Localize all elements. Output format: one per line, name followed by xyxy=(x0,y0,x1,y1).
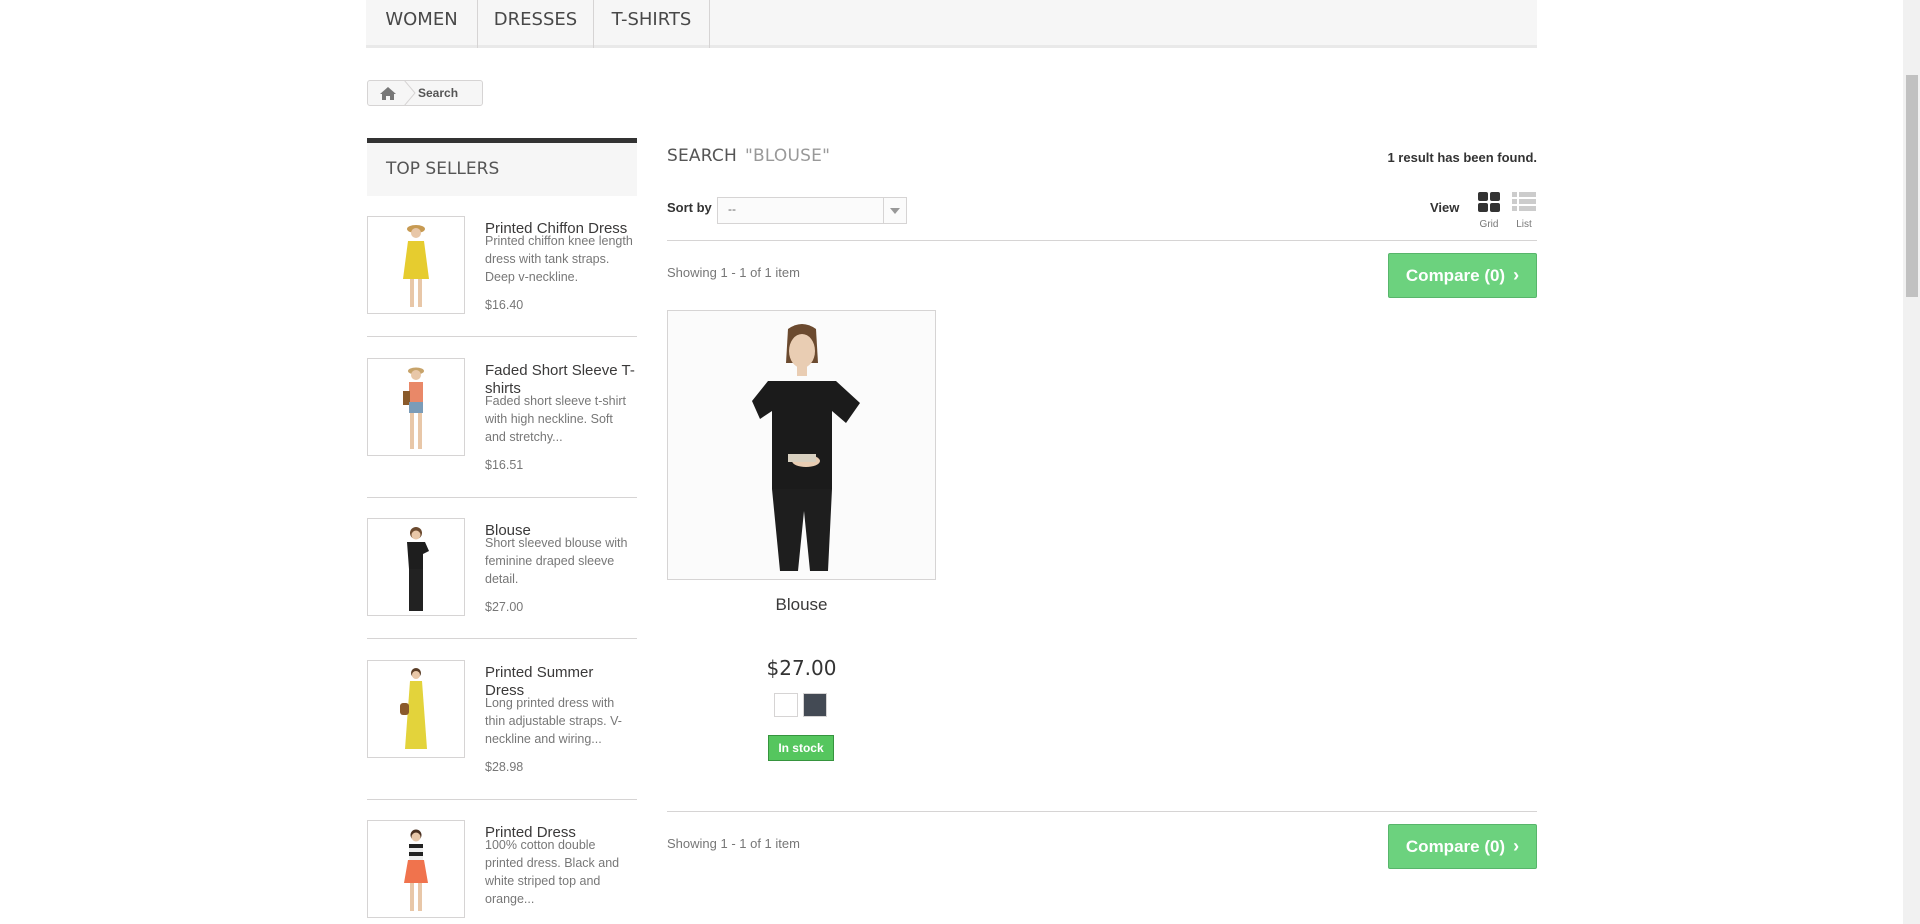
divider xyxy=(667,240,1537,241)
menu-item-dresses[interactable]: DRESSES xyxy=(478,0,594,48)
product-thumbnail[interactable] xyxy=(367,216,465,314)
home-link[interactable] xyxy=(368,81,407,105)
view-label: View xyxy=(1430,200,1460,215)
view-list-label: List xyxy=(1516,219,1532,230)
compare-label: Compare (0) xyxy=(1405,265,1506,285)
showing-count-top: Showing 1 - 1 of 1 item xyxy=(667,265,800,280)
color-swatch-white[interactable] xyxy=(774,693,798,717)
product-thumbnail[interactable] xyxy=(367,358,465,456)
menu-item-women[interactable]: WOMEN xyxy=(366,0,478,48)
sort-label: Sort by xyxy=(667,200,712,215)
list-icon xyxy=(1512,192,1536,211)
color-swatch-dark[interactable] xyxy=(803,693,827,717)
page-heading: SEARCH "BLOUSE" xyxy=(667,146,830,166)
result-count: 1 result has been found. xyxy=(1387,150,1537,165)
menu-item-tshirts[interactable]: T-SHIRTS xyxy=(594,0,710,48)
divider xyxy=(367,799,637,800)
divider xyxy=(367,336,637,337)
product-thumbnail[interactable] xyxy=(367,820,465,918)
seller-price: $16.40 xyxy=(485,298,524,312)
blouse-model-image xyxy=(668,311,935,579)
divider xyxy=(367,497,637,498)
view-grid-label: Grid xyxy=(1479,219,1499,230)
divider xyxy=(367,638,637,639)
compare-button-top[interactable]: Compare (0) › xyxy=(1388,253,1537,298)
tshirt-figure-image xyxy=(403,367,424,449)
page-scrollbar[interactable] xyxy=(1903,0,1920,924)
seller-price: $16.51 xyxy=(485,458,524,472)
home-icon xyxy=(379,86,396,100)
compare-label: Compare (0) xyxy=(1405,836,1506,856)
view-grid-button[interactable]: Grid xyxy=(1474,192,1504,230)
dress-figure-image xyxy=(403,225,429,307)
product-price: $27.00 xyxy=(766,656,837,680)
seller-price: $28.98 xyxy=(485,760,524,774)
chevron-down-icon[interactable] xyxy=(883,198,906,223)
blouse-figure-image xyxy=(407,527,429,611)
compare-button-bottom[interactable]: Compare (0) › xyxy=(1388,824,1537,869)
availability-badge: In stock xyxy=(768,735,834,761)
breadcrumb: Search xyxy=(367,80,483,106)
breadcrumb-separator xyxy=(404,80,416,106)
sort-selected-value: -- xyxy=(728,202,736,216)
product-image[interactable] xyxy=(667,310,936,580)
seller-price: $27.00 xyxy=(485,600,524,614)
product-thumbnail[interactable] xyxy=(367,518,465,616)
chevron-right-icon: › xyxy=(1513,265,1520,285)
seller-description: Faded short sleeve t-shirt with high nec… xyxy=(485,394,627,444)
view-list-button[interactable]: List xyxy=(1509,192,1539,230)
product-thumbnail[interactable] xyxy=(367,660,465,758)
seller-description: Short sleeved blouse with feminine drape… xyxy=(485,536,628,586)
summer-dress-figure-image xyxy=(400,668,427,749)
search-heading-label: SEARCH xyxy=(667,146,737,166)
breadcrumb-current: Search xyxy=(418,86,459,100)
grid-icon xyxy=(1478,192,1500,212)
search-query: "BLOUSE" xyxy=(744,146,831,166)
seller-description: 100% cotton double printed dress. Black … xyxy=(485,838,620,906)
showing-count-bottom: Showing 1 - 1 of 1 item xyxy=(667,836,800,851)
product-name[interactable]: Blouse xyxy=(667,595,936,615)
seller-description: Printed chiffon knee length dress with t… xyxy=(485,234,633,284)
chevron-right-icon: › xyxy=(1513,836,1520,856)
seller-description: Long printed dress with thin adjustable … xyxy=(485,696,622,746)
divider xyxy=(667,811,1537,812)
top-sellers-title: TOP SELLERS xyxy=(367,138,637,196)
top-menu: WOMEN DRESSES T-SHIRTS xyxy=(366,0,1537,48)
scrollbar-thumb[interactable] xyxy=(1906,75,1918,297)
sort-select[interactable]: -- xyxy=(717,197,907,224)
printed-dress-figure-image xyxy=(404,829,428,911)
